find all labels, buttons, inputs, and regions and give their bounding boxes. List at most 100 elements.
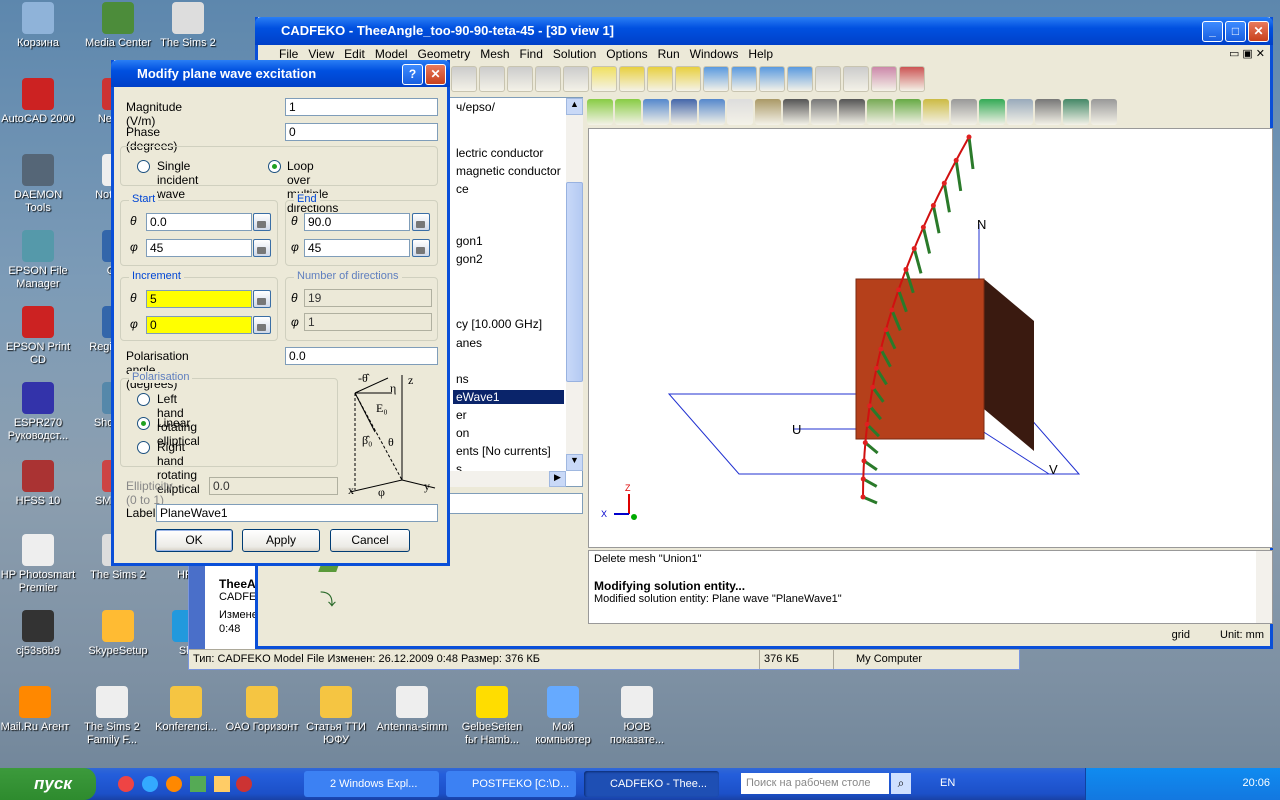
view-toolbar-button[interactable] — [1007, 99, 1033, 125]
task-cadfeko[interactable]: CADFEKO - Thee... — [584, 771, 719, 797]
tree-item[interactable]: ns — [456, 372, 469, 386]
toolbar-button[interactable] — [703, 66, 729, 92]
app-icon[interactable] — [190, 776, 206, 792]
language-indicator[interactable]: EN — [940, 777, 955, 789]
dialog-close-button[interactable]: ✕ — [425, 64, 446, 85]
apply-button[interactable]: Apply — [242, 529, 320, 552]
view-toolbar-button[interactable] — [783, 99, 809, 125]
desktop-icon[interactable]: ЮОВ показате... — [599, 686, 675, 747]
mailru-icon[interactable] — [166, 776, 182, 792]
task-postfeko[interactable]: POSTFEKO [C:\D... — [446, 771, 576, 797]
tree-item[interactable]: gon1 — [456, 234, 483, 248]
desktop-icon[interactable]: EPSON File Manager — [0, 230, 76, 291]
task-windows-explorer[interactable]: 2 Windows Expl... — [304, 771, 439, 797]
toolbar-button[interactable] — [871, 66, 897, 92]
menu-solution[interactable]: Solution — [548, 45, 601, 63]
single-wave-radio[interactable] — [137, 160, 150, 173]
tree-item[interactable]: ents [No currents] — [456, 444, 551, 458]
desktop-icon[interactable]: Мой компьютер — [525, 686, 601, 747]
lock-icon[interactable] — [412, 239, 430, 257]
dialog-title-bar[interactable]: Modify plane wave excitation ? ✕ — [111, 60, 450, 87]
pol-left-radio[interactable] — [137, 393, 150, 406]
desktop-icon[interactable]: GelbeSeiten fьr Hamb... — [454, 686, 530, 747]
desktop-icon[interactable]: cj53s6b9 — [0, 610, 76, 658]
desktop-icon[interactable]: SkypeSetup — [80, 610, 156, 658]
tree-item[interactable]: cy [10.000 GHz] — [456, 317, 542, 331]
label-input[interactable]: PlaneWave1 — [156, 504, 438, 522]
desktop-icon[interactable]: The Sims 2 — [150, 2, 226, 50]
tree-item[interactable]: lectric conductor — [456, 146, 543, 160]
tree-item[interactable]: gon2 — [456, 252, 483, 266]
view-toolbar-button[interactable] — [1035, 99, 1061, 125]
toolbar-button[interactable] — [563, 66, 589, 92]
ie-icon[interactable] — [142, 776, 158, 792]
increment-theta-input[interactable]: 5 — [146, 290, 252, 308]
desktop-icon[interactable]: Mail.Ru Агент — [0, 686, 73, 734]
end-theta-input[interactable]: 90.0 — [304, 213, 410, 231]
tree-item[interactable]: ce — [456, 182, 469, 196]
toolbar-button[interactable] — [843, 66, 869, 92]
lock-icon[interactable] — [412, 213, 430, 231]
desktop-icon[interactable]: Antenna-simm — [374, 686, 450, 734]
toolbar-button[interactable] — [507, 66, 533, 92]
menu-help[interactable]: Help — [743, 45, 778, 63]
desktop-icon[interactable]: Konferenci... — [148, 686, 224, 734]
app-icon[interactable] — [236, 776, 252, 792]
view-toolbar-button[interactable] — [1063, 99, 1089, 125]
menu-mesh[interactable]: Mesh — [475, 45, 514, 63]
desktop-icon[interactable]: Корзина — [0, 2, 76, 50]
message-scrollbar[interactable] — [1256, 551, 1272, 623]
menu-options[interactable]: Options — [601, 45, 652, 63]
3d-view[interactable]: N U V Z X — [588, 128, 1273, 548]
desktop-search-input[interactable]: Поиск на рабочем столе — [741, 773, 889, 794]
magnitude-input[interactable]: 1 — [285, 98, 438, 116]
loop-directions-radio[interactable] — [268, 160, 281, 173]
view-toolbar-button[interactable] — [671, 99, 697, 125]
menu-windows[interactable]: Windows — [685, 45, 744, 63]
view-toolbar-button[interactable] — [979, 99, 1005, 125]
desktop-icon[interactable]: HP Photosmart Premier — [0, 534, 76, 595]
tree-item[interactable]: er — [456, 408, 467, 422]
search-icon[interactable]: ⌕ — [891, 773, 911, 794]
cancel-button[interactable]: Cancel — [330, 529, 410, 552]
app-icon[interactable] — [214, 776, 230, 792]
arrow-icon[interactable]: ⤵ — [320, 586, 338, 610]
minimize-button[interactable]: _ — [1202, 21, 1223, 42]
clock[interactable]: 20:06 — [1242, 777, 1270, 789]
toolbar-button[interactable] — [479, 66, 505, 92]
view-toolbar-button[interactable] — [811, 99, 837, 125]
help-button[interactable]: ? — [402, 64, 423, 85]
toolbar-button[interactable] — [451, 66, 477, 92]
pol-angle-input[interactable]: 0.0 — [285, 347, 438, 365]
view-toolbar-button[interactable] — [727, 99, 753, 125]
menu-find[interactable]: Find — [515, 45, 548, 63]
chrome-icon[interactable] — [118, 776, 134, 792]
lock-icon[interactable] — [253, 316, 271, 334]
increment-phi-input[interactable]: 0 — [146, 316, 252, 334]
view-toolbar-button[interactable] — [895, 99, 921, 125]
desktop-icon[interactable]: Статья ТТИ ЮФУ — [298, 686, 374, 747]
toolbar-button[interactable] — [675, 66, 701, 92]
desktop-icon[interactable]: AutoCAD 2000 — [0, 78, 76, 126]
lock-icon[interactable] — [253, 213, 271, 231]
pol-right-radio[interactable] — [137, 441, 150, 454]
view-toolbar-button[interactable] — [755, 99, 781, 125]
close-button[interactable]: ✕ — [1248, 21, 1269, 42]
start-theta-input[interactable]: 0.0 — [146, 213, 252, 231]
start-button[interactable]: пуск — [0, 768, 96, 800]
desktop-icon[interactable]: HFSS 10 — [0, 460, 76, 508]
tree-item[interactable]: magnetic conductor — [456, 164, 561, 178]
desktop-icon[interactable]: ESPR270 Руководст... — [0, 382, 76, 443]
desktop-icon[interactable]: ОАО Горизонт — [224, 686, 300, 734]
toolbar-button[interactable] — [899, 66, 925, 92]
view-toolbar-button[interactable] — [615, 99, 641, 125]
view-toolbar-button[interactable] — [923, 99, 949, 125]
toolbar-button[interactable] — [759, 66, 785, 92]
toolbar-button[interactable] — [787, 66, 813, 92]
lock-icon[interactable] — [253, 239, 271, 257]
tree-item[interactable]: anes — [456, 336, 482, 350]
pol-linear-radio[interactable] — [137, 417, 150, 430]
ok-button[interactable]: OK — [155, 529, 233, 552]
toolbar-button[interactable] — [535, 66, 561, 92]
view-toolbar-button[interactable] — [951, 99, 977, 125]
